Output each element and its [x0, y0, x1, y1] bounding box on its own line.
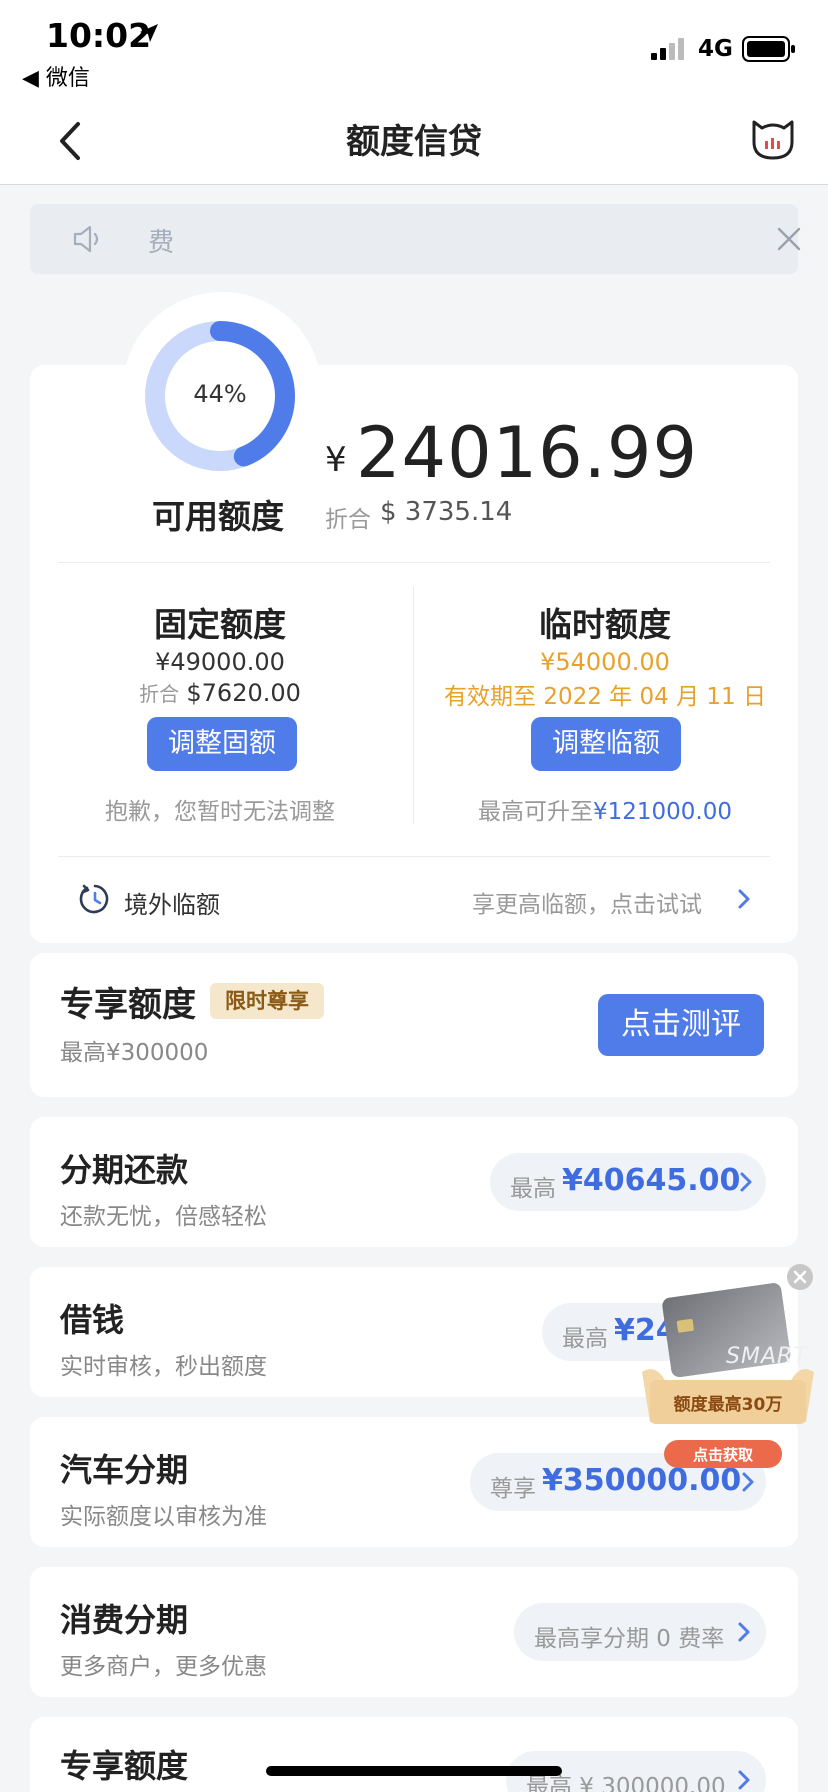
product-title: 消费分期	[60, 1601, 189, 1639]
usage-percent: 44%	[193, 380, 247, 408]
overseas-clock-icon	[79, 884, 109, 914]
currency-symbol: ¥	[325, 440, 347, 480]
zero-rate-pill: 最高享分期 0 费率	[514, 1603, 766, 1661]
fixed-credit-amount: ¥49000.00	[155, 648, 285, 676]
chevron-right-icon	[738, 1770, 750, 1790]
overseas-credit-hint[interactable]: 享更高临额，点击试试	[472, 885, 702, 919]
product-sub: 实际额度以审核为准	[60, 1504, 267, 1530]
fixed-credit-title: 固定额度	[154, 605, 286, 644]
chevron-right-icon	[740, 1172, 752, 1192]
close-icon[interactable]	[776, 226, 802, 252]
floating-promo[interactable]: SMART 额度最高30万 点击获取	[638, 1262, 818, 1472]
product-title: 借钱	[60, 1301, 125, 1339]
notice-bar[interactable]: 费	[30, 204, 801, 274]
available-amount: 24016.99	[356, 412, 699, 494]
pill-prefix: 最高	[510, 1176, 556, 1202]
page-title: 额度信贷	[346, 122, 482, 162]
max-amount-pill: 最高 ¥40645.00	[490, 1153, 766, 1211]
battery-icon	[742, 36, 795, 62]
fixed-credit-note: 抱歉，您暂时无法调整	[105, 799, 335, 825]
cat-mascot-icon[interactable]	[748, 112, 798, 162]
speaker-icon	[73, 225, 99, 253]
product-sub: 更多商户，更多优惠	[60, 1654, 267, 1680]
product-title: 专享额度	[60, 1747, 189, 1785]
exclusive-credit-card[interactable]: 专享额度 限时尊享 最高¥300000 点击测评	[30, 953, 798, 1097]
temp-credit-validity: 有效期至 2022 年 04 月 11 日	[444, 684, 766, 710]
pill-amount: ¥40645.00	[562, 1163, 741, 1198]
promo-get-button[interactable]: 点击获取	[664, 1444, 782, 1465]
fixed-fold-value: $7620.00	[186, 679, 301, 707]
column-divider	[413, 586, 414, 824]
status-bar: 10:02 ◀ 微信 4G	[0, 0, 828, 100]
divider	[58, 856, 770, 857]
promo-card-text: SMART	[726, 1344, 808, 1369]
product-sub: 实时审核，秒出额度	[60, 1354, 267, 1380]
product-title: 分期还款	[60, 1151, 189, 1189]
temp-note-amount: ¥121000.00	[592, 799, 732, 825]
location-arrow-icon	[140, 24, 158, 42]
fold-label: 折合	[325, 507, 371, 533]
product-sub: 还款无忧，倍感轻松	[60, 1204, 267, 1230]
fixed-fold-label: 折合	[139, 682, 180, 706]
temp-note-prefix: 最高可升至	[477, 799, 593, 825]
product-row-exclusive-credit[interactable]: 专享额度 最高 ¥ 300000.00	[30, 1717, 798, 1792]
promo-headline: 额度最高30万	[673, 1395, 783, 1415]
overseas-credit-label[interactable]: 境外临额	[124, 885, 220, 920]
home-indicator	[266, 1766, 562, 1776]
temp-credit-amount: ¥54000.00	[540, 648, 670, 676]
adjust-temp-button[interactable]: 调整临额	[531, 717, 681, 771]
chevron-right-icon	[738, 1622, 750, 1642]
evaluate-button[interactable]: 点击测评	[598, 994, 764, 1056]
pill-prefix: 最高	[562, 1326, 608, 1352]
signal-icon	[651, 38, 684, 60]
pill-prefix: 尊享	[490, 1476, 536, 1502]
temp-credit-title: 临时额度	[539, 605, 671, 644]
fixed-credit-fold: 折合 $7620.00	[60, 678, 380, 707]
product-title: 汽车分期	[60, 1451, 189, 1489]
limited-time-badge: 限时尊享	[210, 983, 324, 1019]
nav-bar: 额度信贷	[0, 100, 828, 185]
product-row-installment-repay[interactable]: 分期还款 还款无忧，倍感轻松 最高 ¥40645.00	[30, 1117, 798, 1247]
available-credit-label: 可用额度	[152, 497, 284, 536]
fold-usd-value: $ 3735.14	[380, 497, 513, 527]
notice-text: 费	[148, 228, 175, 258]
pill-prefix: 最高享分期 0 费率	[534, 1626, 725, 1652]
clock: 10:02	[46, 16, 152, 55]
adjust-fixed-button[interactable]: 调整固额	[147, 717, 297, 771]
network-type: 4G	[698, 36, 733, 62]
divider	[58, 562, 770, 563]
exclusive-sub: 最高¥300000	[60, 1040, 209, 1066]
chevron-right-icon[interactable]	[736, 888, 752, 910]
temp-credit-note: 最高可升至¥121000.00	[425, 792, 785, 826]
product-row-consumer-installment[interactable]: 消费分期 更多商户，更多优惠 最高享分期 0 费率	[30, 1567, 798, 1697]
chevron-right-icon	[742, 1472, 754, 1492]
exclusive-title: 专享额度	[60, 985, 196, 1025]
back-to-wechat-link[interactable]: ◀ 微信	[22, 60, 90, 92]
